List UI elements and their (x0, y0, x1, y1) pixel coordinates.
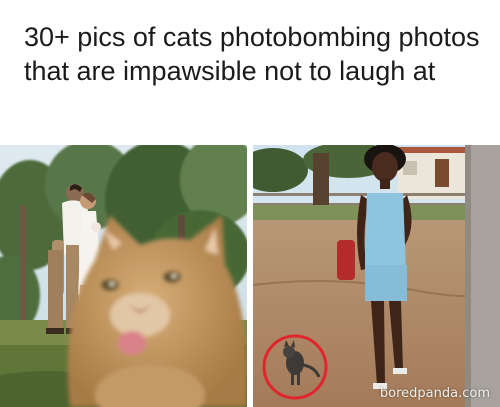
wedding-cat-photo (0, 145, 247, 407)
source-watermark: boredpanda.com (379, 386, 490, 401)
woman-cat-photo: boredpanda.com (253, 145, 500, 407)
post-title: 30+ pics of cats photobombing photos tha… (24, 22, 480, 86)
